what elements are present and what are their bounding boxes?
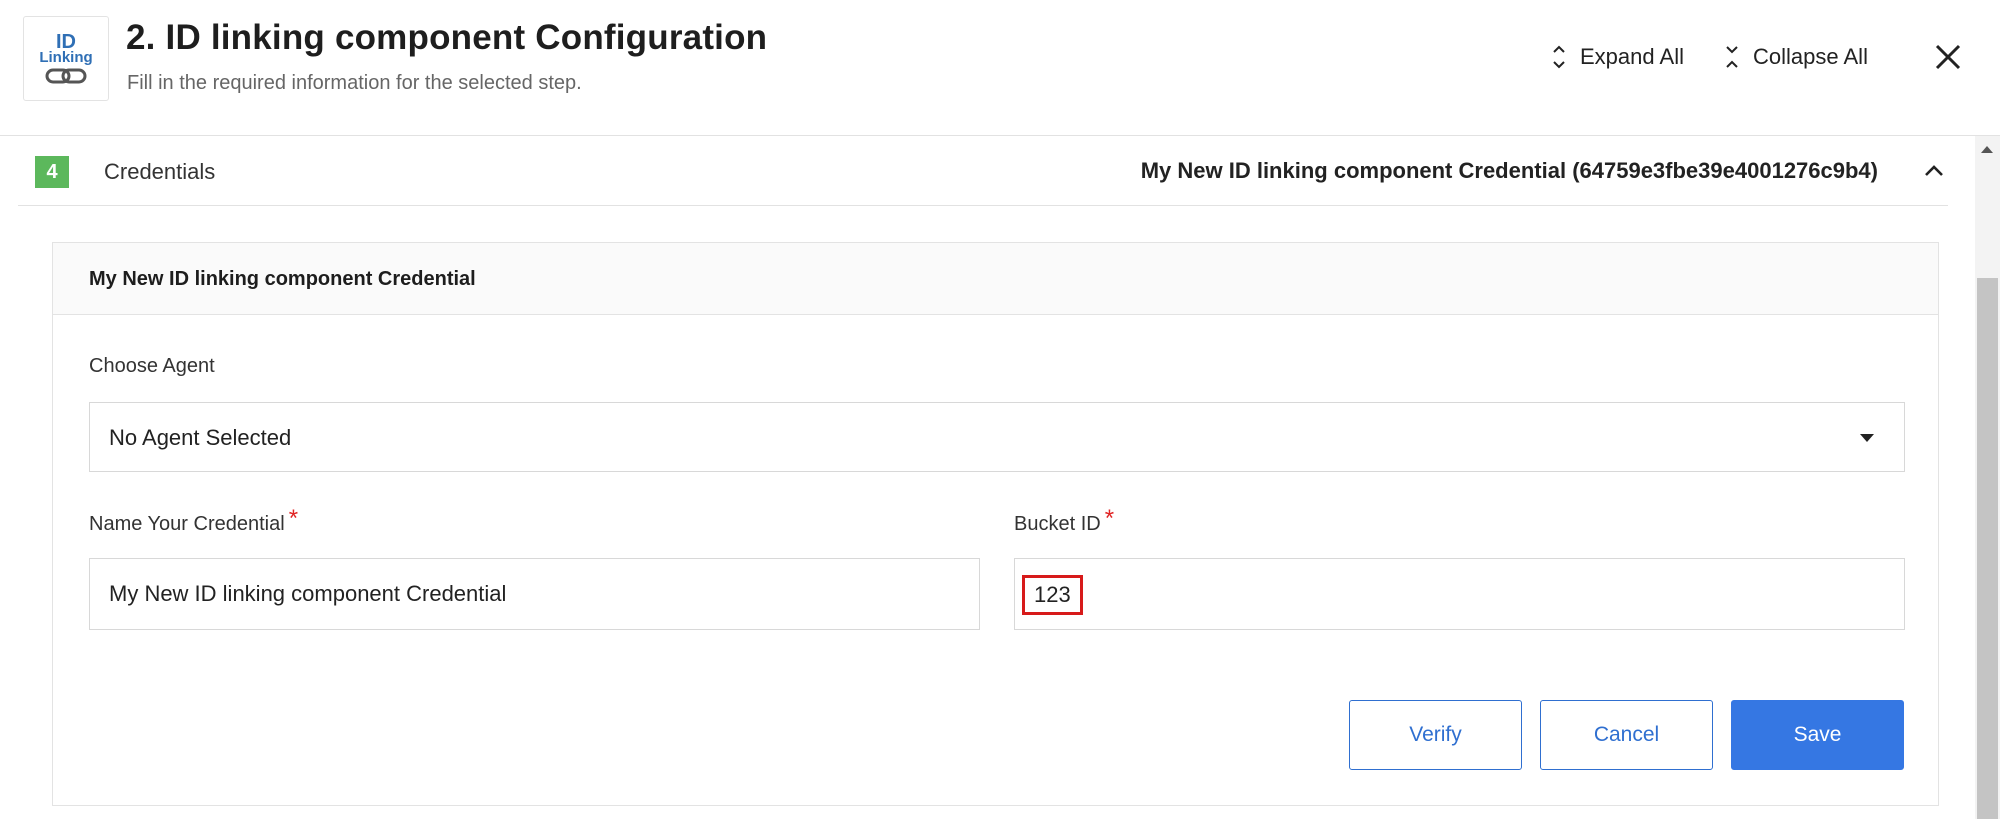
bucket-id-value: 123 — [1022, 575, 1083, 615]
scroll-up-arrow-icon[interactable] — [1981, 146, 1993, 153]
credential-form-card: My New ID linking component Credential C… — [52, 242, 1939, 806]
required-asterisk: * — [1104, 505, 1115, 532]
id-linking-logo: ID Linking — [23, 16, 109, 101]
required-asterisk: * — [288, 505, 299, 532]
step-number-badge: 4 — [35, 156, 69, 188]
selected-credential-summary: My New ID linking component Credential (… — [1140, 158, 1878, 183]
page-subtitle: Fill in the required information for the… — [127, 72, 582, 94]
agent-select-value: No Agent Selected — [109, 425, 292, 450]
caret-down-icon — [1860, 434, 1874, 442]
section-label: Credentials — [104, 159, 216, 184]
chevron-up-icon[interactable] — [1923, 160, 1945, 182]
expand-all-button[interactable]: Expand All — [1552, 40, 1684, 74]
collapse-all-button[interactable]: Collapse All — [1725, 40, 1868, 74]
close-icon[interactable] — [1932, 40, 1964, 74]
page-title: 2. ID linking component Configuration — [126, 18, 768, 57]
config-header: ID Linking 2. ID linking component Confi… — [0, 0, 2000, 136]
agent-select[interactable]: No Agent Selected — [89, 402, 1905, 472]
credentials-section-header[interactable]: 4 Credentials My New ID linking componen… — [18, 136, 1948, 206]
credential-name-input[interactable] — [89, 558, 980, 630]
bucket-id-label-text: Bucket ID — [1014, 513, 1101, 535]
verify-button[interactable]: Verify — [1349, 700, 1522, 770]
choose-agent-label: Choose Agent — [89, 355, 215, 377]
expand-arrows-icon — [1553, 45, 1565, 69]
vertical-scrollbar[interactable] — [1975, 136, 2000, 819]
chain-link-icon — [45, 68, 87, 84]
credential-name-label-text: Name Your Credential — [89, 513, 285, 535]
bucket-id-label: Bucket ID * — [1014, 505, 1114, 537]
credential-name-label: Name Your Credential * — [89, 505, 298, 537]
card-title: My New ID linking component Credential — [89, 268, 476, 290]
collapse-all-label: Collapse All — [1753, 44, 1868, 69]
bucket-id-input[interactable]: 123 — [1014, 558, 1905, 630]
logo-text-linking: Linking — [39, 49, 93, 66]
save-button[interactable]: Save — [1731, 700, 1904, 770]
cancel-button[interactable]: Cancel — [1540, 700, 1713, 770]
card-header: My New ID linking component Credential — [53, 243, 1938, 315]
collapse-arrows-icon — [1726, 46, 1738, 68]
expand-all-label: Expand All — [1580, 44, 1684, 69]
scrollbar-thumb[interactable] — [1977, 278, 1998, 819]
